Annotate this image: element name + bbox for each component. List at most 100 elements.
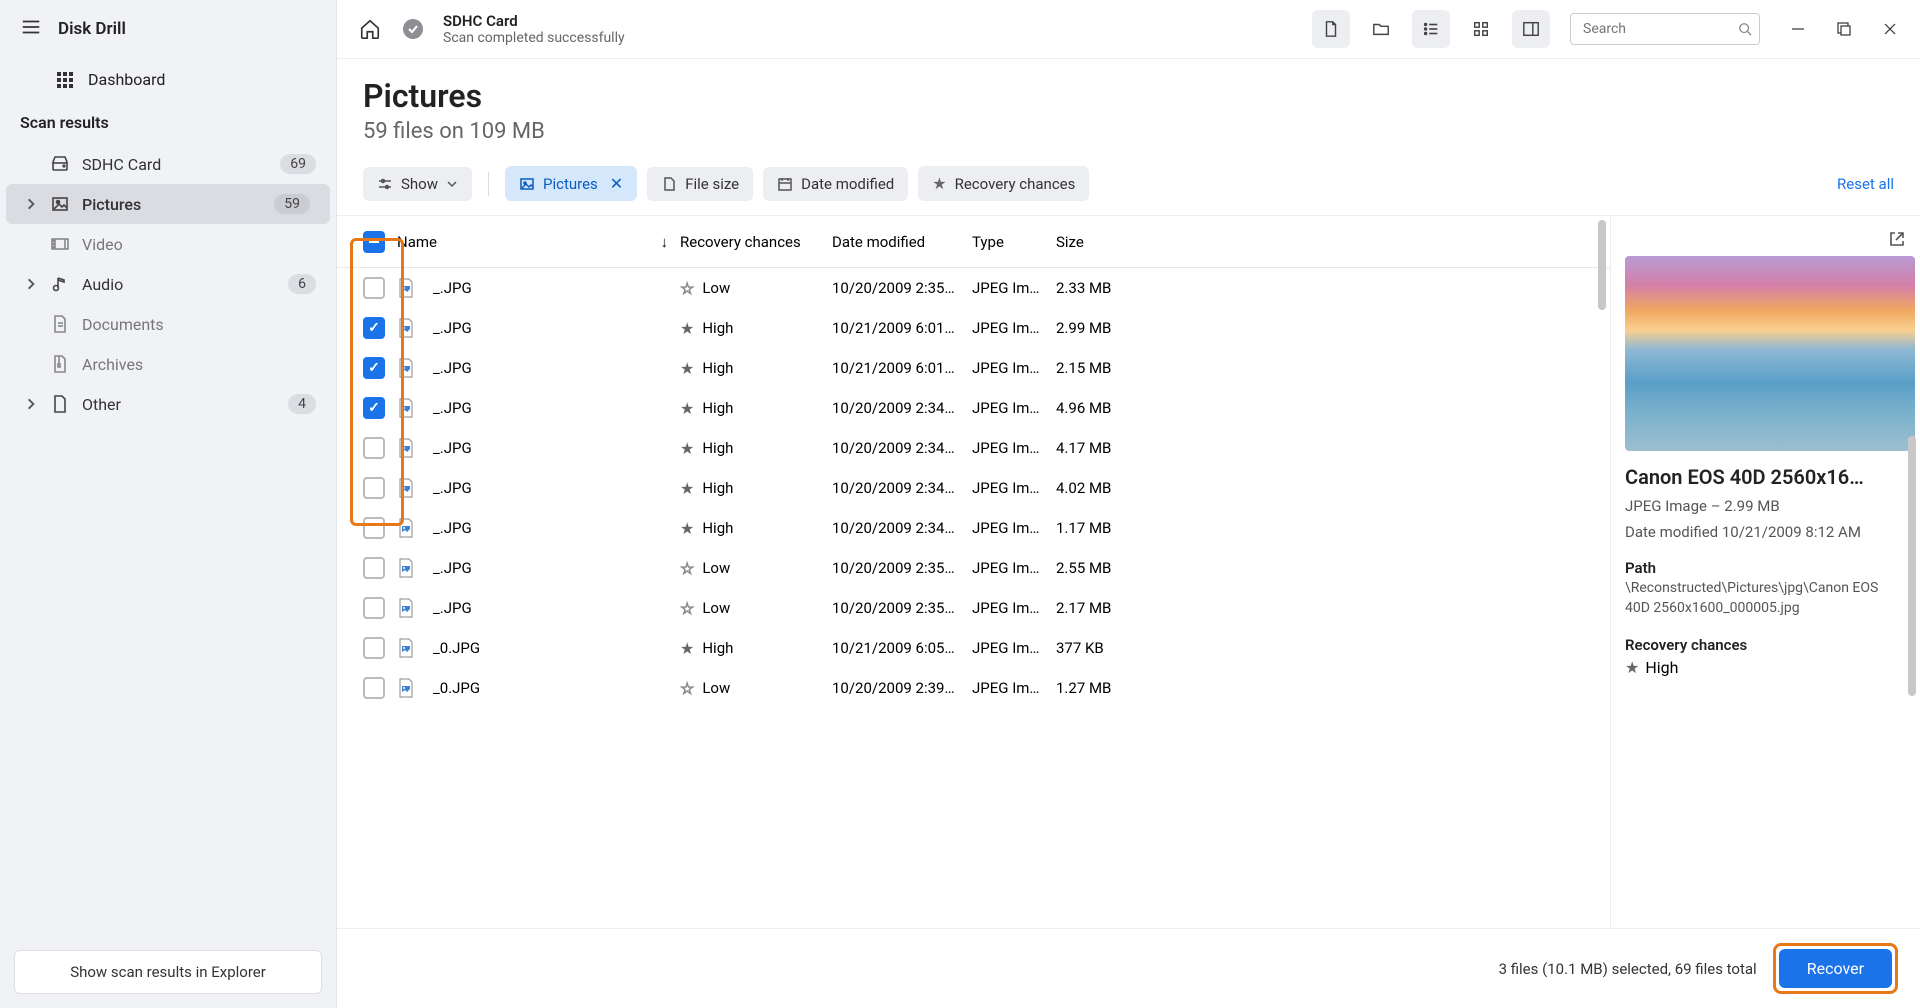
column-size[interactable]: Size bbox=[1056, 233, 1146, 251]
preview-scrollbar[interactable] bbox=[1908, 436, 1916, 696]
close-icon[interactable] bbox=[1882, 21, 1898, 37]
size-cell: 2.55 MB bbox=[1056, 559, 1146, 577]
file-name: _0.JPG bbox=[433, 639, 480, 657]
sidebar-item-other[interactable]: Other4 bbox=[0, 384, 336, 424]
sidebar-item-label: SDHC Card bbox=[82, 155, 268, 174]
popout-icon[interactable] bbox=[1888, 230, 1906, 248]
table-row[interactable]: _.JPG★High10/20/2009 2:34…JPEG Im…1.17 M… bbox=[337, 508, 1610, 548]
row-checkbox[interactable] bbox=[363, 277, 385, 299]
preview-path-value: \Reconstructed\Pictures\jpg\Canon EOS 40… bbox=[1625, 579, 1906, 618]
status-check-icon bbox=[403, 19, 423, 39]
video-icon bbox=[50, 234, 70, 254]
date-cell: 10/20/2009 2:35… bbox=[832, 559, 972, 577]
calendar-icon bbox=[777, 176, 793, 192]
file-name: _.JPG bbox=[433, 279, 472, 297]
row-checkbox[interactable] bbox=[363, 317, 385, 339]
recover-button[interactable]: Recover bbox=[1779, 949, 1892, 988]
jpeg-file-icon bbox=[397, 318, 415, 338]
star-icon: ☆ bbox=[680, 679, 694, 698]
list-view-icon[interactable] bbox=[1412, 10, 1450, 48]
table-row[interactable]: _0.JPG☆Low10/20/2009 2:39…JPEG Im…1.27 M… bbox=[337, 668, 1610, 708]
row-checkbox[interactable] bbox=[363, 357, 385, 379]
table-row[interactable]: _.JPG★High10/20/2009 2:34…JPEG Im…4.02 M… bbox=[337, 468, 1610, 508]
recovery-label: High bbox=[702, 519, 733, 537]
recchance-filter-button[interactable]: ★ Recovery chances bbox=[918, 166, 1089, 201]
minimize-icon[interactable] bbox=[1790, 21, 1806, 37]
table-row[interactable]: _.JPG★High10/21/2009 6:01…JPEG Im…2.15 M… bbox=[337, 348, 1610, 388]
type-cell: JPEG Im… bbox=[972, 519, 1056, 537]
table-row[interactable]: _0.JPG★High10/21/2009 6:05…JPEG Im…377 K… bbox=[337, 628, 1610, 668]
date-cell: 10/21/2009 6:05… bbox=[832, 639, 972, 657]
row-checkbox[interactable] bbox=[363, 517, 385, 539]
sidebar-item-archives[interactable]: Archives bbox=[0, 344, 336, 384]
table-row[interactable]: _.JPG★High10/20/2009 2:34…JPEG Im…4.96 M… bbox=[337, 388, 1610, 428]
recovery-label: Low bbox=[702, 679, 730, 697]
table-row[interactable]: _.JPG☆Low10/20/2009 2:35…JPEG Im…2.33 MB bbox=[337, 268, 1610, 308]
recover-highlight: Recover bbox=[1773, 943, 1898, 994]
row-checkbox[interactable] bbox=[363, 477, 385, 499]
filesize-filter-button[interactable]: File size bbox=[647, 167, 753, 201]
panel-view-icon[interactable] bbox=[1512, 10, 1550, 48]
date-cell: 10/20/2009 2:34… bbox=[832, 399, 972, 417]
show-in-explorer-button[interactable]: Show scan results in Explorer bbox=[14, 950, 322, 994]
table-row[interactable]: _.JPG★High10/21/2009 6:01…JPEG Im…2.99 M… bbox=[337, 308, 1610, 348]
section-label: Scan results bbox=[0, 101, 336, 144]
chevron-right-icon bbox=[24, 277, 38, 291]
jpeg-file-icon bbox=[397, 678, 415, 698]
recovery-label: High bbox=[702, 319, 733, 337]
hamburger-menu[interactable] bbox=[20, 16, 42, 42]
table-row[interactable]: _.JPG☆Low10/20/2009 2:35…JPEG Im…2.55 MB bbox=[337, 548, 1610, 588]
select-all-checkbox[interactable] bbox=[363, 231, 385, 253]
sidebar-item-sdhc-card[interactable]: SDHC Card69 bbox=[0, 144, 336, 184]
datemod-filter-button[interactable]: Date modified bbox=[763, 167, 908, 201]
chevron-right-icon bbox=[24, 197, 38, 211]
footer: 3 files (10.1 MB) selected, 69 files tot… bbox=[337, 928, 1920, 1008]
sidebar-item-pictures[interactable]: Pictures59 bbox=[6, 184, 330, 224]
remove-filter-icon[interactable]: ✕ bbox=[610, 174, 623, 193]
maximize-icon[interactable] bbox=[1836, 21, 1852, 37]
home-icon[interactable] bbox=[359, 18, 381, 40]
row-checkbox[interactable] bbox=[363, 677, 385, 699]
row-checkbox[interactable] bbox=[363, 397, 385, 419]
star-icon: ★ bbox=[680, 399, 694, 418]
app-title: Disk Drill bbox=[58, 19, 126, 39]
sidebar-item-video[interactable]: Video bbox=[0, 224, 336, 264]
date-cell: 10/20/2009 2:34… bbox=[832, 479, 972, 497]
date-cell: 10/20/2009 2:34… bbox=[832, 439, 972, 457]
jpeg-file-icon bbox=[397, 358, 415, 378]
page-subtitle: 59 files on 109 MB bbox=[363, 119, 1894, 144]
pictures-filter-chip[interactable]: Pictures ✕ bbox=[505, 166, 637, 201]
row-checkbox[interactable] bbox=[363, 637, 385, 659]
table-scrollbar[interactable] bbox=[1598, 220, 1606, 310]
recovery-label: High bbox=[702, 399, 733, 417]
column-date[interactable]: Date modified bbox=[832, 233, 972, 251]
jpeg-file-icon bbox=[397, 518, 415, 538]
date-cell: 10/20/2009 2:35… bbox=[832, 279, 972, 297]
reset-all-link[interactable]: Reset all bbox=[1837, 175, 1894, 193]
column-recovery[interactable]: Recovery chances bbox=[680, 233, 832, 251]
dashboard-link[interactable]: Dashboard bbox=[0, 58, 336, 101]
row-checkbox[interactable] bbox=[363, 597, 385, 619]
column-name[interactable]: Name↓ bbox=[397, 233, 680, 251]
size-cell: 4.02 MB bbox=[1056, 479, 1146, 497]
sidebar-item-label: Documents bbox=[82, 315, 316, 334]
recovery-label: High bbox=[702, 439, 733, 457]
search-input[interactable] bbox=[1570, 13, 1760, 45]
table-row[interactable]: _.JPG☆Low10/20/2009 2:35…JPEG Im…2.17 MB bbox=[337, 588, 1610, 628]
table-row[interactable]: _.JPG★High10/20/2009 2:34…JPEG Im…4.17 M… bbox=[337, 428, 1610, 468]
sidebar-item-audio[interactable]: Audio6 bbox=[0, 264, 336, 304]
jpeg-file-icon bbox=[397, 558, 415, 578]
sidebar-item-documents[interactable]: Documents bbox=[0, 304, 336, 344]
folder-view-icon[interactable] bbox=[1362, 10, 1400, 48]
file-view-icon[interactable] bbox=[1312, 10, 1350, 48]
grid-view-icon[interactable] bbox=[1462, 10, 1500, 48]
row-checkbox[interactable] bbox=[363, 437, 385, 459]
show-filter-button[interactable]: Show bbox=[363, 167, 472, 201]
file-table: Name↓ Recovery chances Date modified Typ… bbox=[337, 216, 1610, 928]
preview-meta2: Date modified 10/21/2009 8:12 AM bbox=[1625, 523, 1906, 541]
row-checkbox[interactable] bbox=[363, 557, 385, 579]
recovery-label: High bbox=[702, 359, 733, 377]
column-type[interactable]: Type bbox=[972, 233, 1056, 251]
recovery-label: Low bbox=[702, 599, 730, 617]
type-cell: JPEG Im… bbox=[972, 279, 1056, 297]
